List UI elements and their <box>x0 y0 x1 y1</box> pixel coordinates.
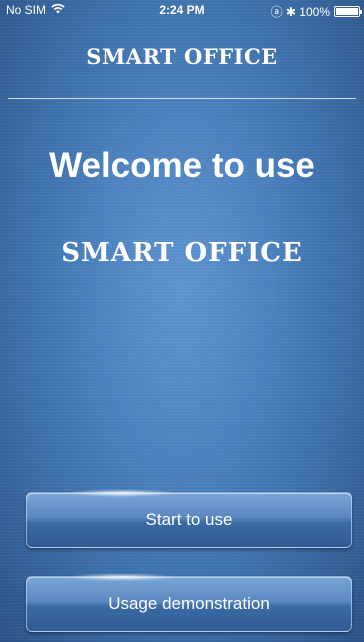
status-indicators: ⓐ ✱ 100% <box>270 5 330 19</box>
usage-demonstration-button[interactable]: Usage demonstration <box>26 573 352 632</box>
battery-icon <box>334 6 362 17</box>
app-screen: No SIM 2:24 PM ⓐ ✱ 100% SMART OFFICE Wel… <box>0 0 364 642</box>
welcome-heading: Welcome to use <box>49 146 315 185</box>
app-title: SMART OFFICE <box>86 44 278 69</box>
battery-fill <box>336 8 358 15</box>
header-divider <box>8 98 356 99</box>
brand-heading: SMART OFFICE <box>61 238 303 268</box>
status-bar: No SIM 2:24 PM ⓐ ✱ 100% <box>0 0 364 20</box>
start-to-use-button[interactable]: Start to use <box>26 489 352 548</box>
status-right: ⓐ ✱ 100% <box>270 3 362 20</box>
